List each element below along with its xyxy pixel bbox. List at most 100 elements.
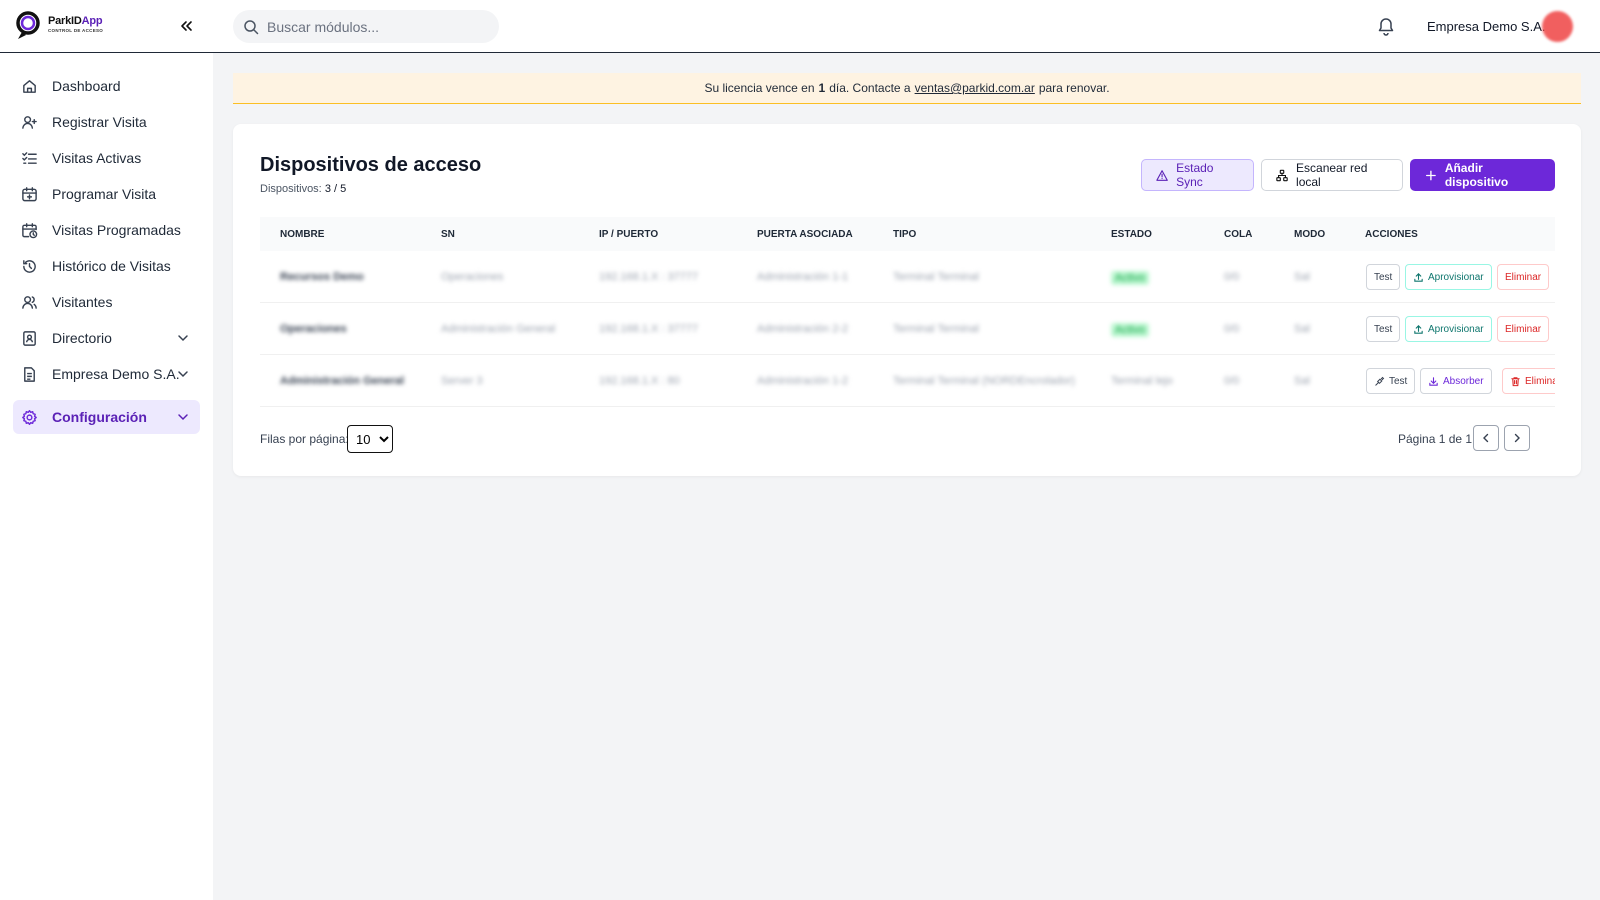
chevron-left-icon — [1483, 433, 1489, 443]
sidebar: Dashboard Registrar Visita Visitas Activ… — [0, 53, 213, 900]
calendar-plus-icon — [22, 186, 37, 201]
col-modo[interactable]: MODO — [1294, 229, 1325, 240]
sidebar-item-dashboard[interactable]: Dashboard — [13, 69, 200, 103]
prev-page-button[interactable] — [1473, 425, 1499, 451]
scan-network-label: Escanear red local — [1296, 161, 1368, 189]
cell-modo: Sal — [1294, 271, 1310, 283]
col-sn[interactable]: SN — [441, 229, 455, 240]
col-puerta[interactable]: PUERTA ASOCIADA — [757, 229, 853, 240]
cell-modo: Sal — [1294, 323, 1310, 335]
device-count-label: Dispositivos: — [260, 183, 322, 195]
cell-sn: Operaciones — [441, 271, 504, 283]
sidebar-item-label: Configuración — [52, 409, 147, 425]
cell-cola: 0/0 — [1224, 271, 1240, 283]
user-avatar[interactable] — [1542, 11, 1573, 42]
network-icon — [1276, 169, 1288, 181]
delete-button[interactable]: Eliminar — [1497, 264, 1550, 290]
test-button[interactable]: Test — [1366, 316, 1401, 342]
delete-label: Eliminar — [1525, 375, 1555, 387]
sales-email-link[interactable]: ventas@parkid.com.ar — [915, 81, 1035, 95]
add-device-button[interactable]: Añadir dispositivo — [1410, 159, 1555, 191]
page-info: Página 1 de 1 — [1398, 432, 1473, 446]
sidebar-item-visitas-activas[interactable]: Visitas Activas — [13, 141, 200, 175]
device-count: Dispositivos: 3 / 5 — [260, 183, 346, 195]
delete-button[interactable]: Eliminar — [1502, 368, 1555, 394]
sidebar-item-visitantes[interactable]: Visitantes — [13, 285, 200, 319]
chevrons-left-icon — [181, 21, 192, 31]
banner-prefix: Su licencia vence en — [704, 81, 815, 95]
cell-nombre: Operaciones — [280, 323, 347, 335]
plug-icon — [1375, 376, 1385, 386]
cell-sn: Server 3 — [441, 375, 483, 387]
provision-label: Aprovisionar — [1428, 271, 1484, 283]
provision-label: Aprovisionar — [1428, 323, 1484, 335]
sidebar-item-registrar-visita[interactable]: Registrar Visita — [13, 105, 200, 139]
cell-tipo: Terminal Terminal — [893, 323, 979, 335]
sidebar-item-directorio[interactable]: Directorio — [13, 321, 200, 355]
provision-button[interactable]: Aprovisionar — [1405, 316, 1492, 342]
next-page-button[interactable] — [1504, 425, 1530, 451]
trash-icon — [1511, 376, 1520, 386]
scan-network-button[interactable]: Escanear red local — [1261, 159, 1403, 191]
test-button[interactable]: Test — [1366, 264, 1401, 290]
sidebar-item-historico-visitas[interactable]: Histórico de Visitas — [13, 249, 200, 283]
sidebar-item-label: Histórico de Visitas — [52, 258, 171, 274]
company-name[interactable]: Empresa Demo S.A. — [1427, 19, 1546, 34]
test-button[interactable]: Test — [1366, 368, 1416, 394]
plus-icon — [1426, 170, 1436, 180]
parkid-logo-icon — [16, 11, 40, 39]
upload-icon — [1414, 324, 1423, 334]
sidebar-item-programar-visita[interactable]: Programar Visita — [13, 177, 200, 211]
col-estado[interactable]: ESTADO — [1111, 229, 1152, 240]
col-ip[interactable]: IP / PUERTO — [599, 229, 658, 240]
banner-suffix: para renovar. — [1038, 81, 1110, 95]
sidebar-item-visitas-programadas[interactable]: Visitas Programadas — [13, 213, 200, 247]
license-banner: Su licencia vence en 1 día. Contacte a v… — [233, 73, 1581, 104]
sidebar-item-label: Visitantes — [52, 294, 113, 310]
chevron-right-icon — [1514, 433, 1520, 443]
cell-ip: 192.168.1.X : 80 — [599, 375, 680, 387]
absorb-label: Absorber — [1443, 375, 1484, 387]
devices-card: Dispositivos de acceso Dispositivos: 3 /… — [233, 124, 1581, 476]
brand-logo[interactable]: ParkIDApp CONTROL DE ACCESO — [14, 10, 103, 40]
module-search[interactable] — [233, 10, 499, 43]
devices-table: NOMBRE SN IP / PUERTO PUERTA ASOCIADA TI… — [260, 217, 1555, 407]
col-tipo[interactable]: TIPO — [893, 229, 916, 240]
brand-tagline: CONTROL DE ACCESO — [48, 28, 104, 34]
sidebar-item-label: Registrar Visita — [52, 114, 147, 130]
col-cola[interactable]: COLA — [1224, 229, 1252, 240]
page-title: Dispositivos de acceso — [260, 154, 482, 176]
col-nombre[interactable]: NOMBRE — [280, 229, 324, 240]
search-input[interactable] — [267, 18, 487, 35]
cell-estado: Terminal lejo — [1111, 375, 1173, 387]
cell-puerta: Administración 2-2 — [757, 323, 849, 335]
collapse-sidebar-button[interactable] — [176, 16, 196, 36]
sidebar-item-empresa[interactable]: Empresa Demo S.A. — [13, 357, 200, 391]
top-header: ParkIDApp CONTROL DE ACCESO Empresa Demo… — [0, 0, 1600, 53]
col-acciones: ACCIONES — [1365, 229, 1418, 240]
notifications-bell[interactable] — [1376, 16, 1396, 36]
sidebar-item-label: Programar Visita — [52, 186, 157, 202]
cell-tipo: Terminal Terminal — [893, 271, 979, 283]
pagination: Filas por página: 10 Página 1 de 1 — [260, 423, 1555, 453]
home-icon — [23, 79, 36, 93]
search-icon — [244, 19, 259, 34]
row-actions: Test Aprovisionar Eliminar — [1366, 264, 1555, 290]
device-count-value: 3 / 5 — [324, 183, 347, 195]
sync-status-label: Estado Sync — [1176, 161, 1214, 189]
absorb-button[interactable]: Absorber — [1420, 368, 1492, 394]
cell-cola: 0/0 — [1224, 375, 1240, 387]
banner-days: 1 — [818, 81, 826, 95]
sidebar-item-label: Visitas Activas — [52, 150, 142, 166]
book-icon — [23, 330, 36, 346]
provision-button[interactable]: Aprovisionar — [1405, 264, 1492, 290]
rows-per-page-select[interactable]: 10 — [347, 425, 393, 453]
warning-icon — [1156, 169, 1168, 181]
sidebar-item-configuracion[interactable]: Configuración — [13, 400, 200, 434]
cell-modo: Sal — [1294, 375, 1310, 387]
cell-sn: Administración General — [441, 323, 556, 335]
banner-middle: día. Contacte a — [829, 81, 911, 95]
delete-button[interactable]: Eliminar — [1497, 316, 1550, 342]
row-actions: Test Aprovisionar Eliminar — [1366, 316, 1555, 342]
sync-status-button[interactable]: Estado Sync — [1141, 159, 1254, 191]
